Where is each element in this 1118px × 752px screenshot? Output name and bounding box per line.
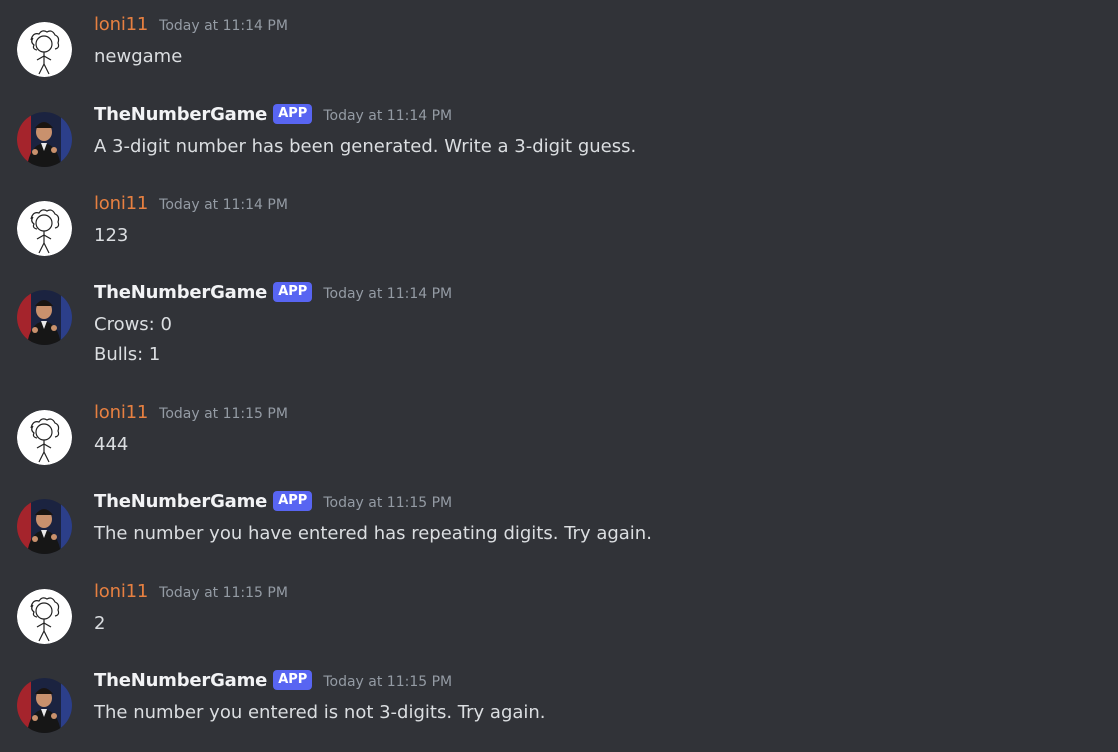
message-content: The number you have entered has repeatin… <box>94 519 652 549</box>
timestamp: Today at 11:15 PM <box>159 406 288 422</box>
message-line: newgame <box>94 46 183 67</box>
timestamp: Today at 11:14 PM <box>323 286 453 302</box>
message-content: The number you entered is not 3-digits. … <box>94 698 546 728</box>
message: loni11 Today at 11:14 PM 123 <box>0 193 1118 291</box>
message-header: loni11 Today at 11:15 PM <box>94 400 288 424</box>
author-name[interactable]: loni11 <box>94 402 148 423</box>
app-badge: APP <box>273 282 313 302</box>
message-line: A 3-digit number has been generated. Wri… <box>94 136 637 157</box>
message-line: 444 <box>94 434 129 455</box>
author-name[interactable]: loni11 <box>94 581 148 602</box>
app-badge: APP <box>273 670 313 690</box>
user-avatar[interactable] <box>17 201 72 256</box>
message: TheNumberGame APP Today at 11:15 PM The … <box>0 491 1118 589</box>
author-name[interactable]: loni11 <box>94 193 148 214</box>
message-header: loni11 Today at 11:14 PM <box>94 12 288 36</box>
bot-avatar[interactable] <box>17 499 72 554</box>
message-line: Crows: 0 <box>94 314 172 335</box>
author-name[interactable]: TheNumberGame <box>94 282 267 303</box>
message: TheNumberGame APP Today at 11:15 PM The … <box>0 670 1118 752</box>
message: loni11 Today at 11:15 PM 2 <box>0 581 1118 679</box>
timestamp: Today at 11:15 PM <box>323 674 453 690</box>
message-header: TheNumberGame APP Today at 11:15 PM <box>94 489 452 513</box>
bot-avatar[interactable] <box>17 678 72 733</box>
message-list: loni11 Today at 11:14 PM newgame TheNumb… <box>0 0 1118 752</box>
author-name[interactable]: loni11 <box>94 14 148 35</box>
message: loni11 Today at 11:14 PM newgame <box>0 14 1118 112</box>
message: TheNumberGame APP Today at 11:14 PM Crow… <box>0 282 1118 380</box>
message-line: 123 <box>94 225 129 246</box>
timestamp: Today at 11:15 PM <box>159 585 288 601</box>
message-line: The number you have entered has repeatin… <box>94 523 652 544</box>
message-content: newgame <box>94 42 182 72</box>
message-content: Crows: 0 Bulls: 1 <box>94 310 172 370</box>
user-avatar[interactable] <box>17 589 72 644</box>
bot-avatar[interactable] <box>17 290 72 345</box>
message: TheNumberGame APP Today at 11:14 PM A 3-… <box>0 104 1118 202</box>
message-header: TheNumberGame APP Today at 11:14 PM <box>94 280 452 304</box>
bot-avatar[interactable] <box>17 112 72 167</box>
author-name[interactable]: TheNumberGame <box>94 104 267 125</box>
author-name[interactable]: TheNumberGame <box>94 491 267 512</box>
timestamp: Today at 11:15 PM <box>323 495 453 511</box>
message-header: loni11 Today at 11:14 PM <box>94 191 288 215</box>
user-avatar[interactable] <box>17 22 72 77</box>
message-line: Bulls: 1 <box>94 344 161 365</box>
message-content: 2 <box>94 609 105 639</box>
message-line: 2 <box>94 613 106 634</box>
message: loni11 Today at 11:15 PM 444 <box>0 402 1118 500</box>
message-header: TheNumberGame APP Today at 11:15 PM <box>94 668 452 692</box>
message-content: A 3-digit number has been generated. Wri… <box>94 132 636 162</box>
message-header: TheNumberGame APP Today at 11:14 PM <box>94 102 452 126</box>
app-badge: APP <box>273 491 313 511</box>
app-badge: APP <box>273 104 313 124</box>
author-name[interactable]: TheNumberGame <box>94 670 267 691</box>
message-content: 444 <box>94 430 128 460</box>
message-content: 123 <box>94 221 128 251</box>
timestamp: Today at 11:14 PM <box>159 18 288 34</box>
timestamp: Today at 11:14 PM <box>323 108 453 124</box>
message-line: The number you entered is not 3-digits. … <box>94 702 546 723</box>
message-header: loni11 Today at 11:15 PM <box>94 579 288 603</box>
user-avatar[interactable] <box>17 410 72 465</box>
timestamp: Today at 11:14 PM <box>159 197 288 213</box>
